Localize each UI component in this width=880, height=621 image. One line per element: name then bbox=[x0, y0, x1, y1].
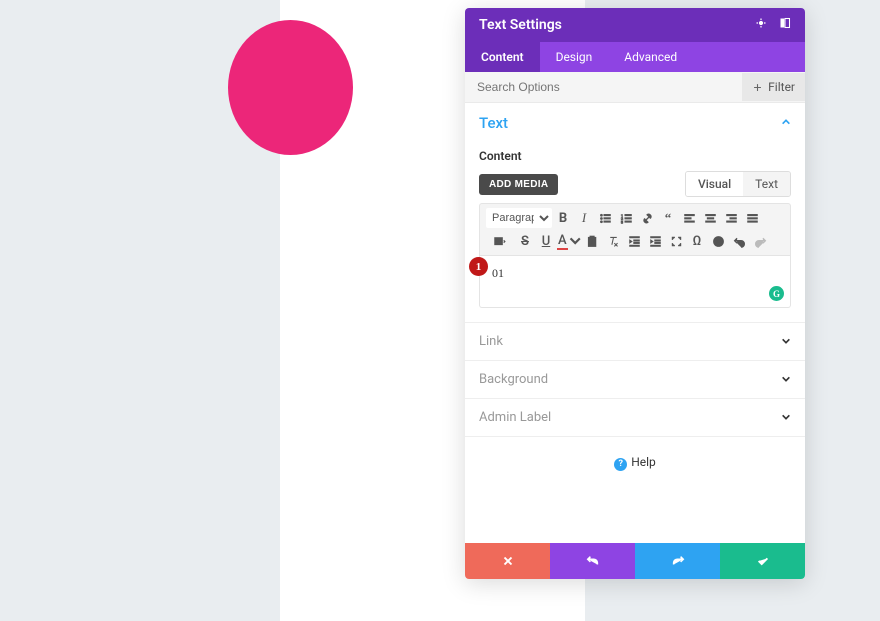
indent-icon[interactable] bbox=[645, 231, 665, 251]
quote-icon[interactable]: “ bbox=[658, 208, 678, 228]
cancel-button[interactable] bbox=[465, 543, 550, 579]
redo-button[interactable] bbox=[635, 543, 720, 579]
search-row: Filter bbox=[465, 72, 805, 103]
content-editor[interactable]: 1 01 G bbox=[479, 256, 791, 308]
clear-format-icon[interactable] bbox=[603, 231, 623, 251]
shape-handle bbox=[268, 80, 272, 84]
pink-shape bbox=[228, 20, 353, 155]
snap-icon[interactable] bbox=[779, 17, 791, 33]
emoji-icon[interactable] bbox=[708, 231, 728, 251]
number-list-icon[interactable]: 123 bbox=[616, 208, 636, 228]
undo-icon[interactable] bbox=[729, 231, 749, 251]
fullscreen-icon[interactable] bbox=[666, 231, 686, 251]
align-justify-icon[interactable] bbox=[742, 208, 762, 228]
panel-header[interactable]: Text Settings bbox=[465, 8, 805, 42]
tab-design[interactable]: Design bbox=[540, 42, 609, 72]
tab-advanced[interactable]: Advanced bbox=[608, 42, 693, 72]
format-select[interactable]: Paragraph bbox=[486, 208, 552, 228]
section-link-title: Link bbox=[479, 334, 503, 349]
svg-text:3: 3 bbox=[620, 219, 623, 224]
strike-icon[interactable]: S bbox=[515, 231, 535, 251]
section-link: Link bbox=[465, 323, 805, 361]
section-text-header[interactable]: Text bbox=[465, 103, 805, 143]
outdent-icon[interactable] bbox=[624, 231, 644, 251]
bullet-list-icon[interactable] bbox=[595, 208, 615, 228]
filter-button[interactable]: Filter bbox=[742, 73, 805, 101]
chevron-up-icon bbox=[781, 116, 791, 130]
section-text-body: Content ADD MEDIA Visual Text Paragraph … bbox=[465, 149, 805, 322]
grammarly-icon[interactable]: G bbox=[769, 286, 784, 301]
tab-content[interactable]: Content bbox=[465, 42, 540, 72]
panel-footer bbox=[465, 543, 805, 579]
svg-text:T: T bbox=[590, 239, 593, 245]
expand-icon[interactable] bbox=[755, 17, 767, 33]
section-background-title: Background bbox=[479, 372, 548, 387]
editor-text: 01 bbox=[492, 266, 504, 280]
add-media-button[interactable]: ADD MEDIA bbox=[479, 174, 558, 195]
section-background: Background bbox=[465, 361, 805, 399]
link-icon[interactable] bbox=[637, 208, 657, 228]
editor-mode-tabs: Visual Text bbox=[685, 171, 791, 197]
editor-toolbar: Paragraph B I 123 “ S bbox=[479, 203, 791, 256]
undo-button[interactable] bbox=[550, 543, 635, 579]
align-left-icon[interactable] bbox=[679, 208, 699, 228]
save-button[interactable] bbox=[720, 543, 805, 579]
panel-tabs: Content Design Advanced bbox=[465, 42, 805, 72]
redo-icon[interactable] bbox=[750, 231, 770, 251]
section-text: Text Content ADD MEDIA Visual Text Parag… bbox=[465, 103, 805, 323]
help-icon: ? bbox=[614, 458, 627, 471]
search-input[interactable] bbox=[465, 72, 742, 102]
visual-tab[interactable]: Visual bbox=[686, 172, 743, 196]
help-link[interactable]: ? Help bbox=[465, 437, 805, 543]
panel-title: Text Settings bbox=[479, 17, 755, 33]
chevron-down-icon bbox=[781, 335, 791, 349]
section-text-title: Text bbox=[479, 114, 508, 132]
section-admin-label-header[interactable]: Admin Label bbox=[465, 399, 805, 436]
text-tab[interactable]: Text bbox=[743, 172, 790, 196]
section-admin-label: Admin Label bbox=[465, 399, 805, 437]
special-char-icon[interactable]: Ω bbox=[687, 231, 707, 251]
settings-panel: Text Settings Content Design Advanced Fi… bbox=[465, 8, 805, 579]
step-badge: 1 bbox=[469, 257, 488, 276]
filter-label: Filter bbox=[768, 80, 795, 94]
chevron-down-icon bbox=[781, 411, 791, 425]
help-label: Help bbox=[631, 455, 656, 469]
align-center-icon[interactable] bbox=[700, 208, 720, 228]
align-right-icon[interactable] bbox=[721, 208, 741, 228]
bold-icon[interactable]: B bbox=[553, 208, 573, 228]
paste-text-icon[interactable]: T bbox=[582, 231, 602, 251]
section-link-header[interactable]: Link bbox=[465, 323, 805, 360]
italic-icon[interactable]: I bbox=[574, 208, 594, 228]
content-label: Content bbox=[479, 149, 791, 163]
panel-body: Text Content ADD MEDIA Visual Text Parag… bbox=[465, 103, 805, 543]
section-admin-label-title: Admin Label bbox=[479, 410, 551, 425]
chevron-down-icon bbox=[781, 373, 791, 387]
table-icon[interactable] bbox=[486, 231, 514, 251]
underline-icon[interactable]: U bbox=[536, 231, 556, 251]
section-background-header[interactable]: Background bbox=[465, 361, 805, 398]
text-color-icon[interactable]: A bbox=[557, 231, 581, 251]
